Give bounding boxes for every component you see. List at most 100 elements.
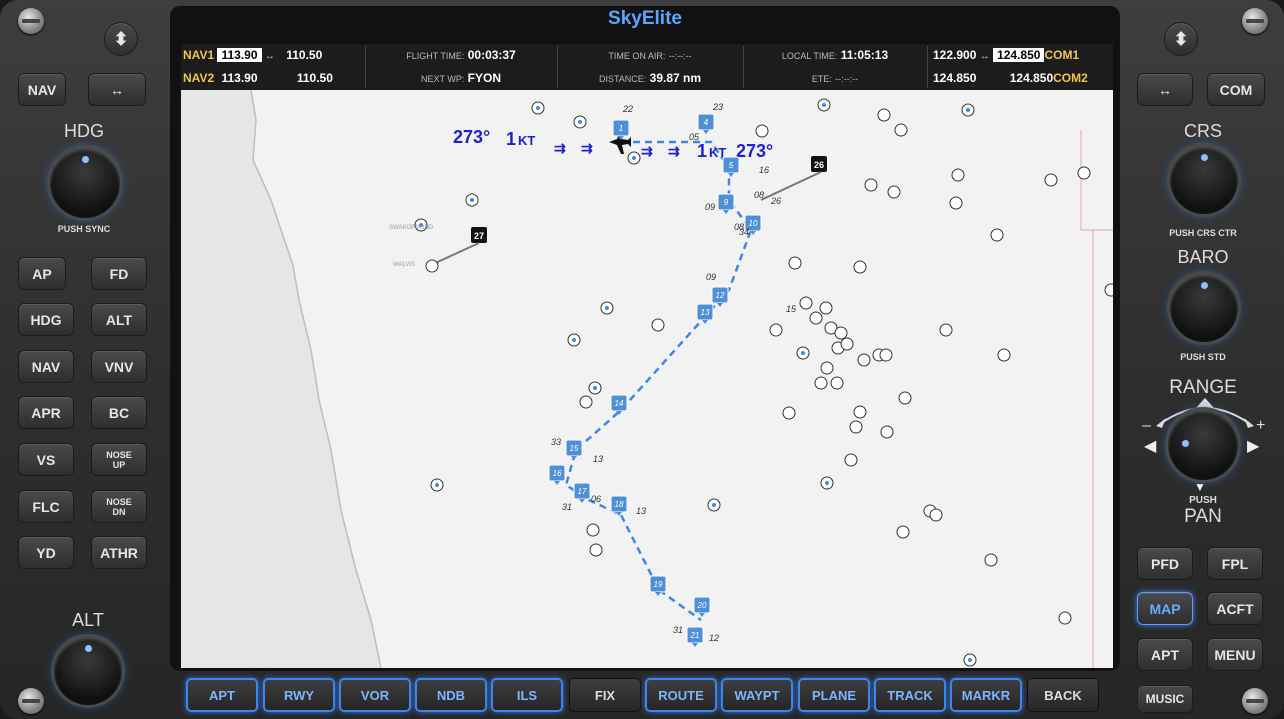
com-button[interactable]: COM (1207, 73, 1265, 106)
wind-speed-right: 1 (697, 141, 707, 161)
swap-icon[interactable]: ↔ (980, 51, 990, 62)
vs-button[interactable]: VS (18, 443, 74, 476)
wind-arrow-icon: ⇉ (641, 143, 653, 159)
fd-button[interactable]: FD (91, 257, 147, 290)
runway-marker[interactable]: 26 (811, 156, 827, 172)
alt-knob[interactable] (54, 637, 122, 705)
softkey-fix[interactable]: FIX (569, 678, 641, 712)
softkey-vor[interactable]: VOR (339, 678, 411, 712)
updown-arrow-button[interactable]: ⬍ (104, 22, 138, 56)
map-canvas[interactable]: 273° 1 KT ⇉ ⇉ ⇉ ⇉ 1 KT 273° SWAKOPMUND W… (181, 90, 1113, 668)
pan-right-icon[interactable]: ▶ (1247, 436, 1259, 456)
softkey-plane[interactable]: PLANE (798, 678, 870, 712)
music-button[interactable]: MUSIC (1137, 685, 1193, 713)
acft-button[interactable]: ACFT (1207, 592, 1263, 625)
nav-swap-button[interactable]: ↔ (88, 73, 146, 106)
alt-button[interactable]: ALT (91, 303, 147, 336)
route-waypoint-marker[interactable]: 21 (686, 626, 704, 647)
com2-active-freq[interactable]: 124.850 (1010, 71, 1053, 85)
route-waypoint-marker[interactable]: 12 (711, 286, 729, 307)
route-waypoint-marker[interactable]: 1 (612, 119, 630, 140)
place-name: WALVIS (393, 262, 415, 268)
flight-time-label: FLIGHT TIME: (406, 51, 465, 61)
alt-label: ALT (72, 610, 104, 630)
nose-up-button[interactable]: NOSE UP (91, 443, 147, 476)
baro-knob[interactable] (1170, 274, 1238, 342)
runway-marker[interactable]: 27 (471, 227, 487, 243)
svg-text:27: 27 (474, 231, 484, 241)
nav-mode-button[interactable]: NAV (18, 350, 74, 383)
ap-button[interactable]: AP (18, 257, 66, 290)
route-waypoint-marker[interactable]: 5 (722, 156, 740, 177)
softkey-route[interactable]: ROUTE (645, 678, 717, 712)
runway-number-label: 08 (754, 190, 764, 200)
map-button[interactable]: MAP (1137, 592, 1193, 625)
route-waypoint-marker[interactable]: 15 (565, 439, 583, 460)
svg-text:19: 19 (654, 580, 663, 589)
crs-label: CRS (1183, 121, 1222, 141)
hdg-button[interactable]: HDG (18, 303, 74, 336)
svg-text:26: 26 (814, 160, 824, 170)
runway-number-label: 16 (759, 165, 769, 175)
fpl-button[interactable]: FPL (1207, 547, 1263, 580)
softkey-ndb[interactable]: NDB (415, 678, 487, 712)
app-title: SkyElite (608, 8, 682, 29)
vnv-button[interactable]: VNV (91, 350, 147, 383)
hdg-knob[interactable] (50, 148, 120, 218)
svg-text:+: + (1256, 417, 1265, 432)
softkey-markr[interactable]: MARKR (950, 678, 1022, 712)
bc-button[interactable]: BC (91, 396, 147, 429)
crs-knob[interactable] (1170, 146, 1238, 214)
softkey-ils[interactable]: ILS (491, 678, 563, 712)
pfd-button[interactable]: PFD (1137, 547, 1193, 580)
runway-number-label: 26 (770, 196, 781, 206)
route-waypoint-marker[interactable]: 4 (697, 113, 715, 134)
route-waypoint-marker[interactable]: 17 (573, 482, 591, 503)
nav1-standby-freq[interactable]: 110.50 (286, 48, 322, 62)
wind-speed-left: 1 (506, 129, 516, 149)
wind-direction-right: 273° (736, 141, 773, 161)
apr-button[interactable]: APR (18, 396, 74, 429)
com-swap-button[interactable]: ↔ (1137, 73, 1193, 106)
range-push-label: PUSH (1189, 495, 1217, 506)
nav1-active-freq[interactable]: 113.90 (217, 48, 262, 62)
swap-icon[interactable]: ↔ (265, 51, 275, 62)
softkey-waypt[interactable]: WAYPT (721, 678, 793, 712)
flight-time-value: 00:03:37 (467, 48, 516, 62)
menu-button[interactable]: MENU (1207, 638, 1263, 671)
route-waypoint-marker[interactable]: 14 (610, 394, 628, 415)
wind-unit-left: KT (518, 133, 535, 148)
svg-text:13: 13 (701, 308, 710, 317)
athr-button[interactable]: ATHR (91, 536, 147, 569)
updown-arrow-button[interactable]: ⬍ (1164, 22, 1198, 56)
com1-standby-freq[interactable]: 122.900 (933, 48, 976, 62)
softkey-apt[interactable]: APT (186, 678, 258, 712)
distance-value: 39.87 nm (649, 71, 702, 85)
nav-button[interactable]: NAV (18, 73, 66, 106)
com1-label: COM1 (1044, 48, 1080, 62)
svg-text:1: 1 (619, 124, 623, 133)
wind-arrow-icon: ⇉ (554, 140, 566, 156)
flc-button[interactable]: FLC (18, 490, 74, 523)
nav2-standby-freq[interactable]: 110.50 (297, 71, 333, 85)
yd-button[interactable]: YD (18, 536, 74, 569)
nav2-active-freq[interactable]: 113.90 (221, 71, 257, 85)
com2-standby-freq[interactable]: 124.850 (933, 71, 976, 85)
softkey-back[interactable]: BACK (1027, 678, 1099, 712)
nose-dn-button[interactable]: NOSE DN (91, 490, 147, 523)
route-waypoint-marker[interactable]: 18 (610, 495, 628, 516)
route-waypoint-marker[interactable]: 13 (696, 303, 714, 324)
apt-panel-button[interactable]: APT (1137, 638, 1193, 671)
pan-left-icon[interactable]: ◀ (1144, 436, 1156, 456)
moving-map[interactable]: 273° 1 KT ⇉ ⇉ ⇉ ⇉ 1 KT 273° SWAKOPMUND W… (181, 90, 1113, 668)
crs-push-label: PUSH CRS CTR (1169, 228, 1237, 238)
route-waypoint-marker[interactable]: 9 (717, 193, 735, 214)
ete-label: ETE: (811, 74, 832, 84)
route-waypoint-marker[interactable]: 20 (693, 596, 711, 617)
route-waypoint-marker[interactable]: 16 (548, 464, 566, 485)
pan-down-icon[interactable]: ▼ (1194, 480, 1206, 494)
range-knob[interactable] (1168, 410, 1238, 480)
softkey-track[interactable]: TRACK (874, 678, 946, 712)
com1-active-freq[interactable]: 124.850 (993, 48, 1045, 62)
softkey-rwy[interactable]: RWY (263, 678, 335, 712)
